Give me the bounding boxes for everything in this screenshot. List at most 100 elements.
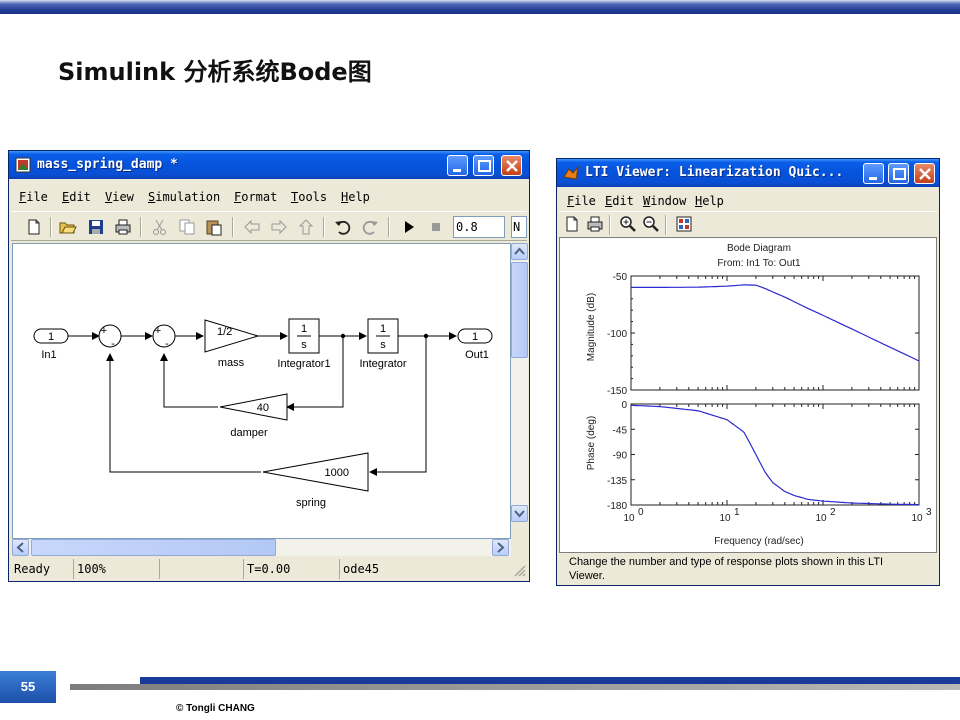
new-file-icon[interactable] <box>25 218 43 236</box>
mass-gain-value: 1/2 <box>217 326 232 338</box>
vertical-scrollbar[interactable] <box>511 243 528 522</box>
chevron-down-icon <box>514 510 525 518</box>
print-icon[interactable] <box>114 218 132 236</box>
mass-label: mass <box>218 357 245 369</box>
stop-time-input[interactable]: 0.8 <box>453 216 505 238</box>
menu-help[interactable]: Help <box>341 190 370 204</box>
scroll-down-button[interactable] <box>511 505 528 522</box>
forward-arrow-icon[interactable] <box>270 218 288 236</box>
back-arrow-icon[interactable] <box>243 218 261 236</box>
stop-icon[interactable] <box>427 218 445 236</box>
play-icon[interactable] <box>400 218 418 236</box>
new-file-icon[interactable] <box>563 215 581 233</box>
up-arrow-icon[interactable] <box>297 218 315 236</box>
zoom-in-icon[interactable] <box>619 215 637 233</box>
integrator1-denominator: s <box>301 339 307 351</box>
open-folder-icon[interactable] <box>59 218 77 236</box>
spring-gain-value: 1000 <box>325 467 349 479</box>
in1-port-block[interactable]: 1 In1 <box>33 328 69 361</box>
integrator1-block[interactable]: 1 s Integrator1 <box>277 318 331 370</box>
x-tick-exponent: 1 <box>734 507 740 518</box>
x-tick-exponent: 3 <box>926 507 932 518</box>
resize-grip-icon[interactable] <box>512 563 526 577</box>
integrator-numerator: 1 <box>380 323 386 335</box>
status-state: Ready <box>14 562 51 576</box>
bode-subtitle: From: In1 To: Out1 <box>717 258 801 269</box>
bode-plot-area[interactable]: Bode Diagram From: In1 To: Out1 -50 -100-… <box>559 237 937 553</box>
phase-axes: 0-45-90-135-180100101102103 <box>607 400 932 524</box>
close-button[interactable] <box>914 163 935 184</box>
y-tick-label: -150 <box>607 386 627 397</box>
vertical-scroll-thumb[interactable] <box>511 262 528 358</box>
top-decorative-band <box>0 0 960 14</box>
scroll-left-button[interactable] <box>12 539 29 556</box>
copy-icon[interactable] <box>178 218 196 236</box>
menu-simulation[interactable]: Simulation <box>148 190 220 204</box>
matlab-app-icon <box>563 165 579 180</box>
menu-help[interactable]: Help <box>695 194 724 208</box>
menu-format[interactable]: Format <box>234 190 277 204</box>
lti-viewer-window: LTI Viewer: Linearization Quic... File E… <box>556 158 940 586</box>
magnitude-y-label: Magnitude (dB) <box>586 293 597 361</box>
y-tick-label: -135 <box>607 476 627 487</box>
minimize-button[interactable] <box>447 155 468 176</box>
close-icon <box>919 168 931 180</box>
horizontal-scroll-thumb[interactable] <box>31 539 276 556</box>
x-axis-label: Frequency (rad/sec) <box>714 536 803 547</box>
sum-block-1[interactable]: + - <box>98 324 122 350</box>
scroll-up-button[interactable] <box>511 243 528 260</box>
sum-sign: - <box>111 338 115 350</box>
status-time: T=0.00 <box>243 559 339 579</box>
menu-file[interactable]: File <box>567 194 596 208</box>
simulation-mode-select[interactable]: N <box>511 216 527 238</box>
lti-title-bar[interactable]: LTI Viewer: Linearization Quic... <box>557 159 939 187</box>
redo-icon[interactable] <box>361 218 379 236</box>
paste-icon[interactable] <box>205 218 223 236</box>
damper-output-line <box>160 353 218 408</box>
horizontal-scrollbar[interactable] <box>12 539 511 556</box>
menu-edit[interactable]: Edit <box>62 190 91 204</box>
menu-file[interactable]: File <box>19 190 48 204</box>
phase-axes-frame <box>630 403 920 506</box>
undo-icon[interactable] <box>334 218 352 236</box>
y-tick-label: -180 <box>607 501 627 512</box>
maximize-button[interactable] <box>473 155 494 176</box>
sum-sign: + <box>155 325 161 337</box>
sum-block-2[interactable]: + - <box>152 324 176 350</box>
save-icon[interactable] <box>87 218 105 236</box>
stop-time-value: 0.8 <box>456 220 478 234</box>
print-icon[interactable] <box>586 215 604 233</box>
in1-port-number: 1 <box>48 331 54 343</box>
spring-gain-block[interactable]: 1000 spring <box>262 452 369 509</box>
lti-menubar: File Edit Window Help <box>559 191 937 211</box>
zoom-out-icon[interactable] <box>642 215 660 233</box>
x-tick-exponent: 0 <box>638 507 644 518</box>
out1-port-number: 1 <box>472 331 478 343</box>
model-canvas[interactable]: 1 In1 + - + - 1/2 mass 1 s Integrator1 1… <box>12 243 511 539</box>
chevron-left-icon <box>16 542 24 553</box>
grid-config-icon[interactable] <box>675 215 693 233</box>
menu-window[interactable]: Window <box>643 194 686 208</box>
y-tick-label: -50 <box>613 272 628 283</box>
maximize-button[interactable] <box>888 163 909 184</box>
toolbar-separator <box>665 215 667 235</box>
menu-edit[interactable]: Edit <box>605 194 634 208</box>
menu-view[interactable]: View <box>105 190 134 204</box>
damper-gain-block[interactable]: 40 damper <box>219 393 288 439</box>
simulink-model-window: mass_spring_damp * File Edit View Simula… <box>8 150 530 582</box>
cut-icon[interactable] <box>151 218 169 236</box>
sum-sign: + <box>101 325 107 337</box>
damper-gain-value: 40 <box>257 402 269 414</box>
simulink-title-bar[interactable]: mass_spring_damp * <box>9 151 529 179</box>
mass-gain-block[interactable]: 1/2 mass <box>204 319 260 369</box>
menu-tools[interactable]: Tools <box>291 190 327 204</box>
integrator-block[interactable]: 1 s Integrator <box>359 318 407 370</box>
out1-port-block[interactable]: 1 Out1 <box>457 328 493 361</box>
bode-diagram: Bode Diagram From: In1 To: Out1 -50-100-… <box>586 243 932 547</box>
x-tick-label: 10 <box>719 513 731 524</box>
spring-feedback-line <box>369 336 427 476</box>
scroll-right-button[interactable] <box>492 539 509 556</box>
minimize-button[interactable] <box>863 163 884 184</box>
close-button[interactable] <box>501 155 522 176</box>
spring-label: spring <box>296 497 326 509</box>
